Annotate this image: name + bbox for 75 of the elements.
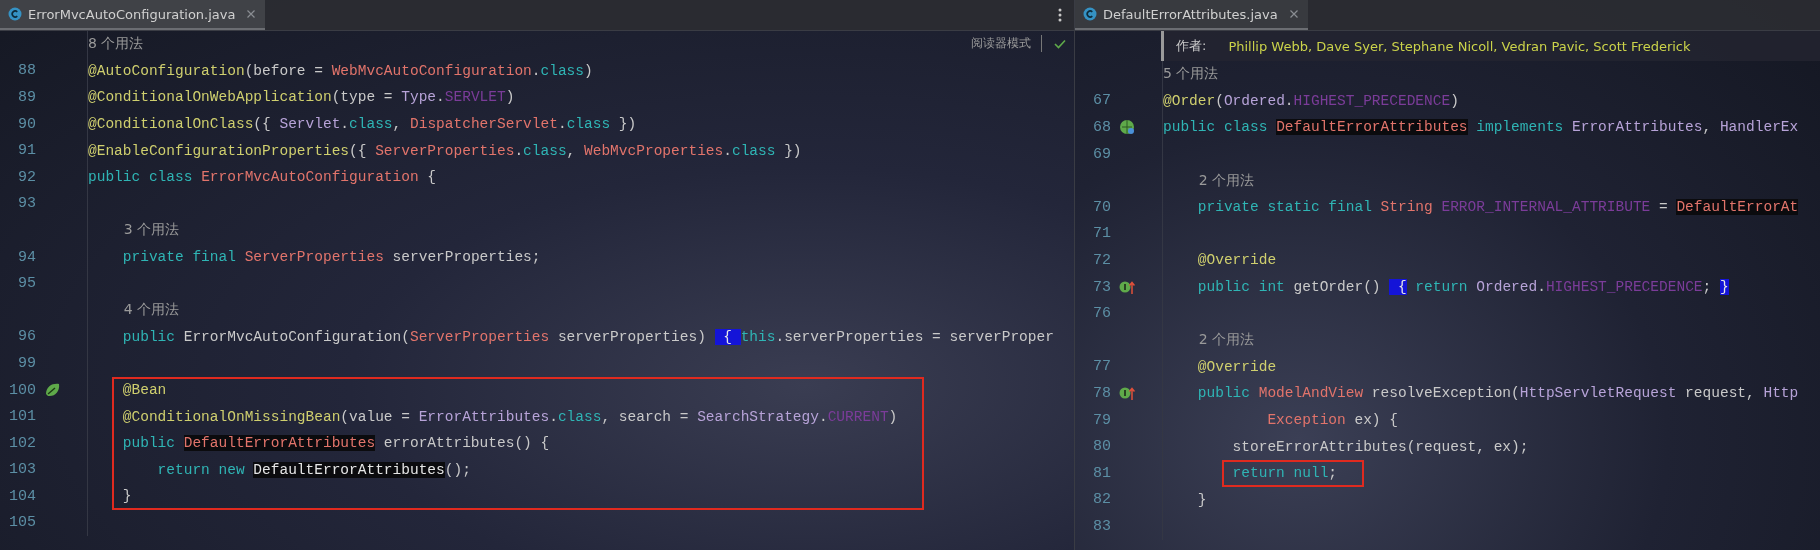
line-number: 73 (1093, 278, 1111, 296)
line-number: 82 (1093, 491, 1111, 509)
file-tab[interactable]: ErrorMvcAutoConfiguration.java (0, 0, 266, 30)
code-line: public class DefaultErrorAttributes implements ErrorAttributes, HandlerEx (1163, 119, 1799, 136)
line-number: 80 (1093, 438, 1111, 456)
code-line: return null; (1231, 465, 1338, 482)
line-number: 83 (1093, 517, 1111, 535)
line-number: 92 (18, 168, 36, 186)
close-icon[interactable] (247, 10, 256, 18)
line-number: 89 (18, 89, 36, 106)
line-number: 90 (18, 115, 36, 133)
code-line: @Order(Ordered.HIGHEST_PRECEDENCE) (1163, 92, 1459, 109)
usage-hint[interactable]: 3 个用法 (123, 221, 179, 240)
code-line: @Override (1196, 252, 1277, 269)
line-number: 79 (1093, 411, 1111, 429)
code-line: } (121, 488, 132, 505)
override-icon[interactable] (1119, 385, 1135, 402)
code-line: public ModelAndView resolveException(HttpServletRequest request, Http (1196, 385, 1799, 402)
code-line: @ConditionalOnMissingBean(value = ErrorAttributes.class, search = SearchStrategy.CURRENT) (121, 408, 898, 425)
class-file-icon (1083, 7, 1097, 21)
line-number: 104 (9, 487, 36, 505)
code-line: return new DefaultErrorAttributes(); (156, 461, 471, 478)
code-line: @Bean (121, 382, 167, 398)
line-number: 105 (9, 514, 36, 532)
usage-hint[interactable]: 2 个用法 (1198, 171, 1254, 190)
line-number: 93 (18, 195, 36, 213)
reader-mode-link[interactable]: 阅读器模式 (971, 35, 1042, 52)
line-number: 77 (1093, 358, 1111, 376)
code-line: public ErrorMvcAutoConfiguration(ServerProperties serverProperties) { this.serverProperties = serverProper (121, 328, 1054, 345)
line-number: 96 (18, 328, 36, 346)
line-number: 88 (18, 62, 36, 80)
menu-icon[interactable] (1058, 8, 1062, 22)
line-number: 70 (1093, 198, 1111, 216)
line-number: 99 (18, 354, 36, 372)
doc-label: 作者: (1176, 37, 1207, 55)
code-line: storeErrorAttributes(request, ex); (1231, 438, 1529, 455)
usage-hint[interactable]: 2 个用法 (1198, 331, 1254, 350)
bean-icon[interactable] (44, 382, 60, 398)
class-file-icon (8, 7, 22, 21)
code-line: private static final String ERROR_INTERNAL_ATTRIBUTE = DefaultErrorAt (1196, 199, 1799, 216)
code-line: public int getOrder() { return Ordered.HIGHEST_PRECEDENCE; } (1196, 279, 1729, 296)
code-line: @AutoConfiguration(before = WebMvcAutoConfiguration.class) (88, 62, 593, 79)
code-line: @ConditionalOnClass({ Servlet.class, DispatcherServlet.class }) (88, 116, 637, 133)
code-line: Exception ex) { (1266, 412, 1398, 428)
override-icon[interactable] (1119, 279, 1135, 296)
line-number: 100 (9, 381, 36, 399)
line-number: 103 (9, 461, 36, 479)
line-number: 67 (1093, 92, 1111, 110)
usage-hint[interactable]: 5 个用法 (1163, 65, 1219, 84)
code-line: public class ErrorMvcAutoConfiguration { (88, 169, 437, 186)
line-number: 68 (1093, 119, 1111, 136)
file-tab[interactable]: DefaultErrorAttributes.java (1075, 0, 1308, 30)
class-icon[interactable] (1119, 119, 1135, 136)
usage-hint[interactable]: 4 个用法 (123, 301, 179, 320)
code-line: public DefaultErrorAttributes errorAttributes() { (121, 435, 550, 452)
line-number: 78 (1093, 384, 1111, 402)
code-line: @EnableConfigurationProperties({ ServerProperties.class, WebMvcProperties.class }) (88, 142, 802, 159)
code-line: @Override (1196, 358, 1277, 375)
usage-hint[interactable]: 8 个用法 (88, 35, 144, 54)
line-number: 81 (1093, 464, 1111, 482)
code-line: @ConditionalOnWebApplication(type = Type.SERVLET) (88, 89, 515, 106)
code-line: private final ServerProperties serverProperties; (121, 249, 541, 266)
code-line: } (1196, 491, 1207, 508)
line-number: 69 (1093, 145, 1111, 163)
line-number: 102 (9, 434, 36, 452)
line-number: 95 (18, 275, 36, 293)
check-icon (1054, 38, 1066, 49)
line-number: 76 (1093, 305, 1111, 323)
line-number: 101 (9, 408, 36, 426)
line-number: 91 (18, 142, 36, 160)
line-number: 94 (18, 248, 36, 266)
line-number: 72 (1093, 251, 1111, 269)
doc-authors: Phillip Webb, Dave Syer, Stephane Nicoll, Vedran Pavic, Scott Frederick (1228, 38, 1691, 54)
close-icon[interactable] (1289, 10, 1298, 18)
line-number: 71 (1093, 225, 1111, 243)
